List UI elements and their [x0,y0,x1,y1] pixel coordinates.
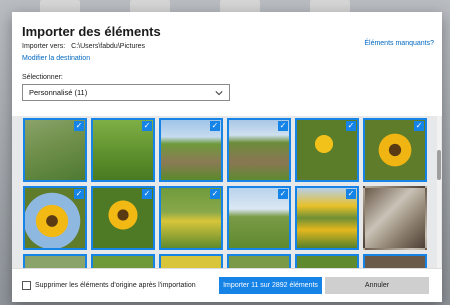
thumbnail[interactable] [227,254,291,268]
import-button[interactable]: Importer 11 sur 2892 éléments [219,277,322,294]
thumbnail[interactable] [91,254,155,268]
thumbnail[interactable]: ✓ [227,118,291,182]
missing-items-link[interactable]: Éléments manquants? [364,40,434,47]
import-dialog: Importer des éléments Importer vers: C:\… [12,12,442,302]
thumbnail[interactable] [159,254,223,268]
thumbnail[interactable]: ✓ [363,118,427,182]
thumbnail[interactable]: ✓ [91,186,155,250]
check-icon: ✓ [414,121,424,131]
check-icon: ✓ [346,189,356,199]
thumbnail[interactable]: ✓ [91,118,155,182]
check-icon: ✓ [74,189,84,199]
check-icon: ✓ [142,121,152,131]
selection-dropdown[interactable]: Personnalisé (11) [22,84,230,101]
thumbnail[interactable]: ✓ [23,186,87,250]
destination-row: Importer vers: C:\Users\fabdu\Pictures [22,43,149,50]
thumbnail[interactable] [363,254,427,268]
thumbnail[interactable] [295,254,359,268]
destination-path: C:\Users\fabdu\Pictures [71,43,146,50]
check-icon: ✓ [278,121,288,131]
destination-label: Importer vers: [22,43,66,50]
check-icon: ✓ [278,189,288,199]
thumbnail[interactable]: ✓ [159,186,223,250]
grid-scrollbar[interactable] [437,116,441,268]
delete-originals-checkbox[interactable] [22,281,31,290]
change-destination-link[interactable]: Modifier la destination [22,55,90,62]
dialog-footer: Supprimer les éléments d'origine après l… [12,268,442,302]
thumbnail[interactable]: ✓ [227,186,291,250]
dialog-title: Importer des éléments [22,24,161,39]
thumbnail[interactable]: ✓ [23,118,87,182]
select-label: Sélectionner: [22,74,63,81]
scrollbar-thumb[interactable] [437,150,441,180]
thumbnail[interactable]: ✓ [159,118,223,182]
selection-value: Personnalisé (11) [29,88,88,97]
chevron-down-icon [215,90,223,95]
thumbnail[interactable]: ✓ [295,118,359,182]
thumbnail[interactable]: ✓ [295,186,359,250]
check-icon: ✓ [346,121,356,131]
thumbnail-grid: ✓ ✓ ✓ ✓ ✓ ✓ ✓ ✓ ✓ ✓ ✓ [12,116,442,268]
delete-originals-label: Supprimer les éléments d'origine après l… [35,282,196,289]
cancel-button[interactable]: Annuler [325,277,429,294]
thumbnail[interactable] [23,254,87,268]
check-icon: ✓ [210,189,220,199]
thumbnail[interactable] [363,186,427,250]
check-icon: ✓ [142,189,152,199]
check-icon: ✓ [210,121,220,131]
check-icon: ✓ [74,121,84,131]
